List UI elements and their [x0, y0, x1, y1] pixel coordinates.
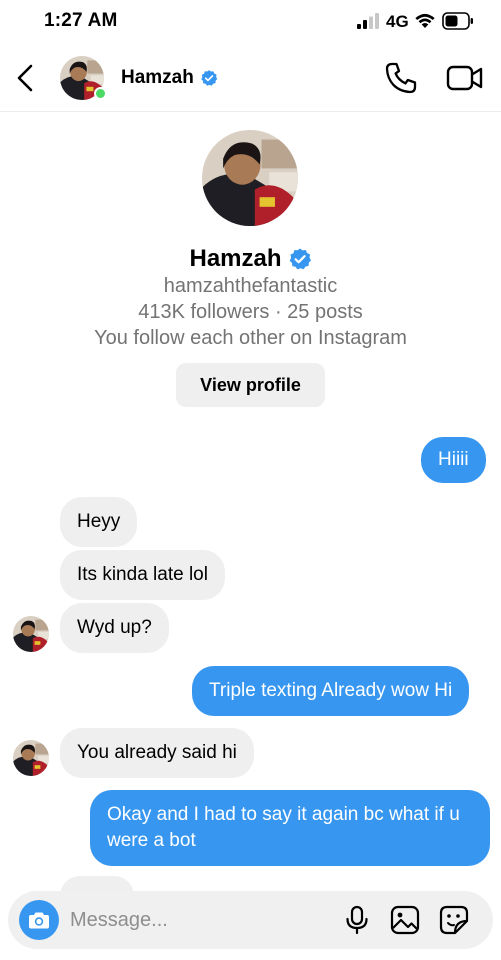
message-bubble-sent[interactable]: Triple texting Already wow Hi [192, 666, 470, 716]
profile-mutual-follow: You follow each other on Instagram [94, 327, 407, 349]
profile-handle: hamzahthefantastic [163, 275, 338, 297]
message-bubble-received[interactable]: Wyd up? [60, 603, 169, 653]
profile-name-row: Hamzah [0, 245, 501, 273]
back-chevron-icon[interactable] [10, 60, 40, 96]
phone-icon[interactable] [384, 61, 418, 95]
header-contact-name: Hamzah [121, 67, 194, 88]
camera-button[interactable] [19, 900, 59, 940]
chat-header: Hamzah [0, 44, 501, 112]
battery-icon [442, 12, 473, 30]
video-camera-icon[interactable] [446, 62, 484, 94]
message-bubble-sent[interactable]: Okay and I had to say it again bc what i… [90, 790, 490, 866]
view-profile-button[interactable]: View profile [176, 363, 325, 407]
status-time: 1:27 AM [44, 10, 118, 31]
message-input[interactable] [70, 903, 320, 937]
verified-badge-icon [289, 248, 311, 270]
profile-stats: 413K followers · 25 posts [138, 301, 363, 323]
camera-icon [29, 912, 49, 929]
message-bubble-received[interactable]: Its kinda late lol [60, 550, 225, 600]
message-bubble-received[interactable]: Heyy [60, 497, 138, 547]
verified-badge-icon [201, 70, 218, 86]
header-contact[interactable]: Hamzah [121, 67, 218, 89]
message-composer [8, 891, 493, 949]
sticker-icon[interactable] [439, 905, 469, 935]
microphone-icon[interactable] [342, 905, 372, 935]
message-bubble-received[interactable]: You already said hi [60, 728, 254, 778]
message-bubble-sent[interactable]: Hiiii [421, 437, 486, 483]
profile-name: Hamzah [189, 245, 282, 272]
status-bar: 1:27 AM 4G [0, 0, 501, 44]
gallery-icon[interactable] [390, 905, 420, 935]
online-status-dot [94, 87, 107, 100]
signal-icon [357, 13, 379, 29]
network-type: 4G [386, 12, 409, 31]
profile-avatar[interactable] [202, 130, 298, 226]
sender-avatar[interactable] [13, 616, 49, 652]
sender-avatar[interactable] [13, 740, 49, 776]
wifi-icon [415, 13, 435, 28]
